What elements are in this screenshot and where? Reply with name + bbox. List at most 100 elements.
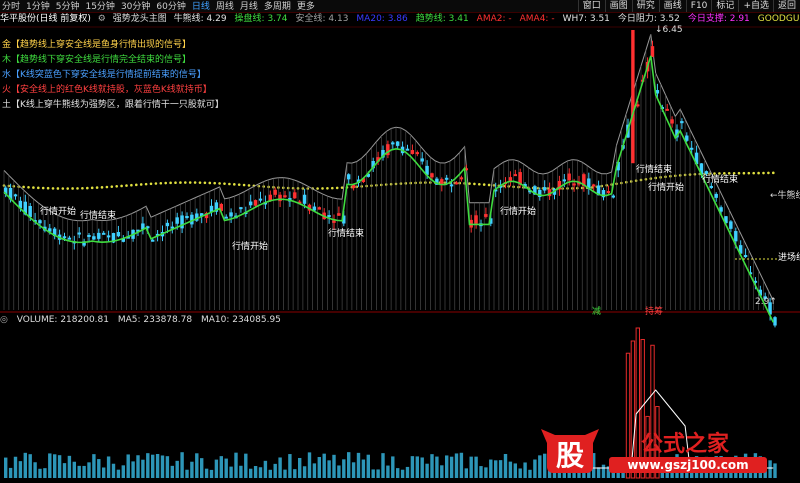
end-label-1: 行情结束 (80, 209, 116, 221)
volume-bar (440, 465, 444, 478)
candle (28, 206, 32, 218)
volume-bar (214, 459, 219, 478)
volume-bar (498, 460, 503, 478)
high-price-label: ↓6.45 (655, 25, 683, 35)
volume-bar (229, 466, 233, 478)
volume-bar (268, 469, 272, 478)
start-label-3: 行情开始 (500, 205, 536, 217)
volume-bar (18, 461, 23, 478)
volume-bar (489, 459, 493, 478)
candle (249, 201, 253, 206)
volume-icon: ◎ (0, 315, 8, 325)
candle (729, 221, 733, 229)
volume-bar (503, 453, 508, 478)
volume-bar (376, 469, 380, 478)
volume-bar (347, 452, 351, 478)
candle (77, 232, 81, 235)
volume-bar (351, 462, 356, 478)
candle (38, 220, 42, 224)
candle (543, 187, 547, 191)
candle (106, 235, 111, 238)
candle (636, 104, 640, 107)
volume-bar (474, 456, 478, 478)
volume-bar (405, 466, 410, 478)
volume-bar (459, 452, 464, 478)
volume-bar (43, 468, 47, 478)
candle (567, 173, 571, 181)
volume-bar (773, 463, 777, 478)
candle (396, 141, 400, 146)
volume-bar (170, 465, 174, 478)
candle (484, 214, 488, 217)
volume-bar (126, 454, 130, 478)
candle (611, 195, 615, 198)
volume-bar (204, 468, 209, 478)
candle (239, 207, 243, 210)
volume-bar (48, 453, 52, 478)
candle (665, 108, 669, 111)
kline-chart[interactable]: ↓6.452.9↑行情开始 行情结束行情开始行情结束行情开始行情结束行情开始行情结… (0, 0, 800, 483)
candle (459, 177, 464, 180)
candle (562, 179, 566, 182)
volume-bar (97, 459, 101, 478)
volume-bar (53, 454, 57, 478)
volume-bar (239, 465, 243, 478)
volume-bar (253, 466, 258, 478)
candle (293, 192, 297, 199)
volume-bar (141, 459, 145, 478)
candle (709, 185, 713, 188)
volume-bar (180, 452, 184, 478)
volume-bar (469, 456, 473, 478)
candle (690, 147, 694, 150)
volume-bar (396, 468, 400, 478)
volume-bar (430, 454, 434, 478)
volume-bar (23, 452, 27, 478)
volume-bar (77, 465, 81, 478)
candle (685, 135, 689, 141)
candle (229, 212, 233, 217)
candle (253, 200, 258, 206)
logo-url: www.gszj100.com (627, 458, 748, 472)
volume-bar (160, 455, 165, 478)
volume-bar (513, 463, 517, 478)
candle (572, 183, 576, 186)
end-label-2: 行情结束 (328, 227, 364, 239)
volume-bar (273, 463, 277, 478)
entry-line-label: 进场线 (778, 251, 800, 263)
start-label-2: 行情开始 (232, 240, 268, 252)
volume-bar (102, 467, 106, 478)
volume-bar (8, 467, 13, 478)
volume-bar (111, 463, 116, 478)
volume-bar (528, 469, 532, 478)
candle (283, 195, 287, 198)
candle (454, 182, 459, 185)
volume-bar (116, 469, 121, 478)
volume-bar (342, 459, 346, 478)
volume-bar (155, 453, 160, 478)
volume-bar (67, 455, 72, 478)
volume-bar (337, 465, 341, 478)
volume-bar (13, 456, 18, 478)
volume-bar (386, 465, 390, 478)
volume-bar (464, 468, 468, 478)
volume-bar (293, 469, 297, 478)
volume-bar (415, 456, 419, 478)
volume-bar (518, 468, 522, 478)
volume-bar (371, 469, 375, 478)
volume-bar (185, 469, 189, 478)
candle (92, 236, 96, 240)
candle (273, 189, 277, 195)
candle (405, 148, 410, 151)
volume-bar (234, 452, 238, 478)
candle (449, 184, 454, 187)
volume-bar (175, 460, 179, 478)
volume-bar (361, 459, 366, 478)
candle (508, 177, 513, 181)
volume-bar (508, 461, 513, 478)
volume-bar (317, 457, 321, 478)
volume-bar (327, 460, 331, 478)
candle (606, 191, 611, 194)
candle (704, 171, 709, 174)
volume-ma5: MA5: 233878.78 (117, 315, 193, 325)
volume-bar (283, 469, 287, 478)
